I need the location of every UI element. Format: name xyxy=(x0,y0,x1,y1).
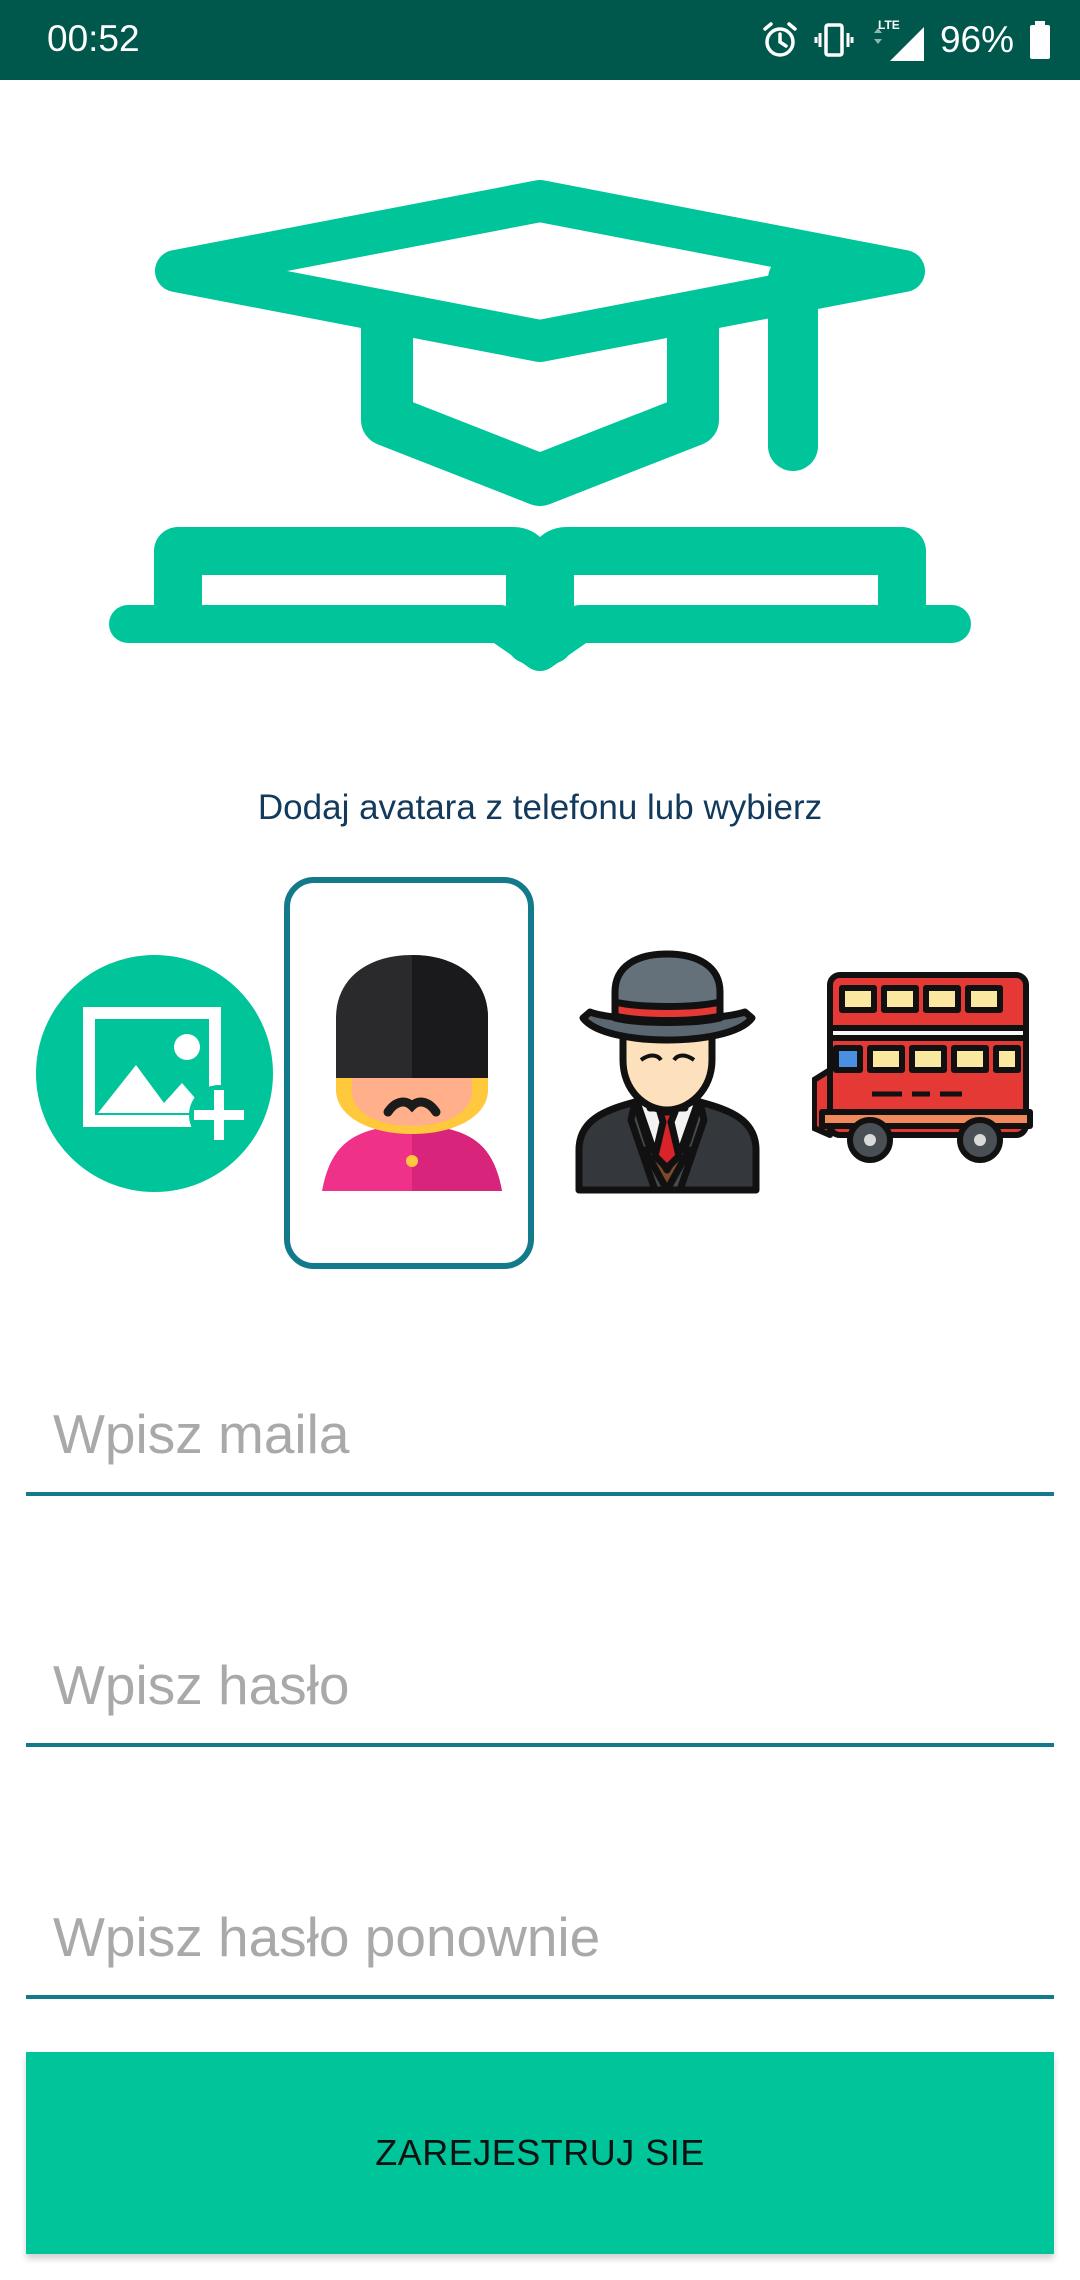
password-field[interactable] xyxy=(26,1627,1054,1747)
password-underline xyxy=(26,1743,1054,1747)
gentleman-avatar[interactable] xyxy=(575,950,760,1195)
graduation-cap-book-icon xyxy=(109,180,971,671)
battery-percent: 96% xyxy=(939,19,1014,60)
email-underline xyxy=(26,1492,1054,1496)
password-repeat-field[interactable] xyxy=(26,1879,1054,1999)
register-button[interactable]: ZAREJESTRUJ SIE xyxy=(26,2052,1054,2254)
bus-avatar[interactable] xyxy=(812,970,1037,1175)
status-bar: 00:52 LTE 96% xyxy=(0,0,1080,80)
password-input[interactable] xyxy=(26,1627,1054,1743)
status-icons: LTE 96% xyxy=(760,14,1052,66)
email-field[interactable] xyxy=(26,1376,1054,1496)
vibrate-icon xyxy=(814,23,854,57)
password-repeat-underline xyxy=(26,1995,1054,1999)
alarm-icon xyxy=(763,22,797,57)
email-input[interactable] xyxy=(26,1376,1054,1492)
network-label: LTE xyxy=(878,18,900,32)
battery-icon xyxy=(1030,21,1050,59)
add-photo-button[interactable] xyxy=(36,955,273,1192)
password-repeat-input[interactable] xyxy=(26,1879,1054,1995)
signal-icon: LTE xyxy=(873,18,924,61)
avatar-prompt: Dodaj avatara z telefonu lub wybierz xyxy=(257,788,823,827)
status-time: 00:52 xyxy=(47,18,140,59)
guard-avatar[interactable] xyxy=(322,950,502,1195)
